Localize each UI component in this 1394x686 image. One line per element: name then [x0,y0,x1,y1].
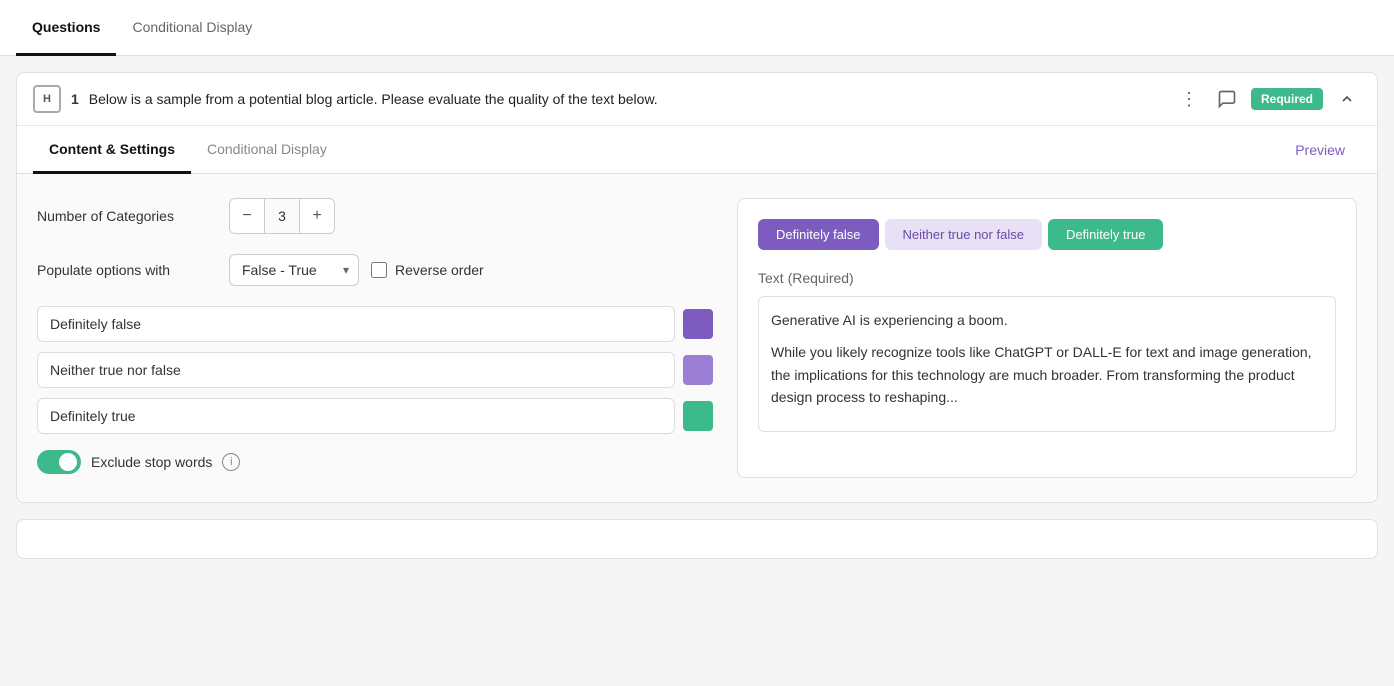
tab-content-settings[interactable]: Content & Settings [33,126,191,174]
comment-icon [1217,89,1237,109]
number-of-categories-label: Number of Categories [37,208,217,224]
tab-conditional-display-top[interactable]: Conditional Display [116,0,268,56]
bottom-area [16,519,1378,559]
reverse-order-checkbox-wrap[interactable]: Reverse order [371,262,484,278]
required-badge: Required [1251,88,1323,110]
option-input-2[interactable] [37,352,675,388]
category-button-true[interactable]: Definitely true [1048,219,1163,250]
option-row-3 [37,398,713,434]
exclude-stop-words-toggle[interactable] [37,450,81,474]
exclude-stop-words-label: Exclude stop words [91,454,212,470]
question-header: H 1 Below is a sample from a potential b… [17,73,1377,126]
category-buttons: Definitely false Neither true nor false … [758,219,1336,250]
option-row-1 [37,306,713,342]
categories-stepper: − 3 + [229,198,335,234]
populate-options-row: Populate options with False - True True … [37,254,713,286]
tab-conditional-display-inner[interactable]: Conditional Display [191,126,343,174]
text-field-label: Text (Required) [758,270,1336,286]
question-number: 1 [71,91,79,107]
question-text: Below is a sample from a potential blog … [89,91,1165,107]
populate-options-select[interactable]: False - True True - False Custom [229,254,359,286]
left-panel: Number of Categories − 3 + Populate opti… [37,198,737,478]
color-swatch-3[interactable] [683,401,713,431]
reverse-order-checkbox[interactable] [371,262,387,278]
right-panel: Definitely false Neither true nor false … [737,198,1357,478]
text-paragraph-2: While you likely recognize tools like Ch… [771,341,1323,408]
text-content-box: Generative AI is experiencing a boom. Wh… [758,296,1336,432]
comment-button[interactable] [1213,85,1241,113]
content-area: Number of Categories − 3 + Populate opti… [17,174,1377,502]
inner-tabs-left: Content & Settings Conditional Display [33,126,343,173]
collapse-button[interactable] [1333,85,1361,113]
option-input-3[interactable] [37,398,675,434]
color-swatch-1[interactable] [683,309,713,339]
exclude-stop-words-row: Exclude stop words i [37,450,713,474]
top-nav: Questions Conditional Display [0,0,1394,56]
question-type-icon: H [33,85,61,113]
decrement-button[interactable]: − [230,199,264,233]
increment-button[interactable]: + [300,199,334,233]
option-row-2 [37,352,713,388]
text-paragraph-1: Generative AI is experiencing a boom. [771,309,1323,331]
populate-options-select-wrap: False - True True - False Custom ▾ [229,254,359,286]
category-button-neither[interactable]: Neither true nor false [885,219,1042,250]
option-input-1[interactable] [37,306,675,342]
populate-options-label: Populate options with [37,262,217,278]
more-options-button[interactable]: ⋮ [1175,85,1203,113]
toggle-slider [37,450,81,474]
collapse-icon [1339,91,1355,107]
reverse-order-label: Reverse order [395,262,484,278]
preview-link[interactable]: Preview [1279,126,1361,173]
number-of-categories-row: Number of Categories − 3 + [37,198,713,234]
inner-tabs: Content & Settings Conditional Display P… [17,126,1377,174]
tab-questions[interactable]: Questions [16,0,116,56]
question-card: H 1 Below is a sample from a potential b… [16,72,1378,503]
question-header-actions: ⋮ Required [1175,85,1361,113]
category-button-false[interactable]: Definitely false [758,219,879,250]
categories-value: 3 [264,199,300,233]
info-icon[interactable]: i [222,453,240,471]
color-swatch-2[interactable] [683,355,713,385]
